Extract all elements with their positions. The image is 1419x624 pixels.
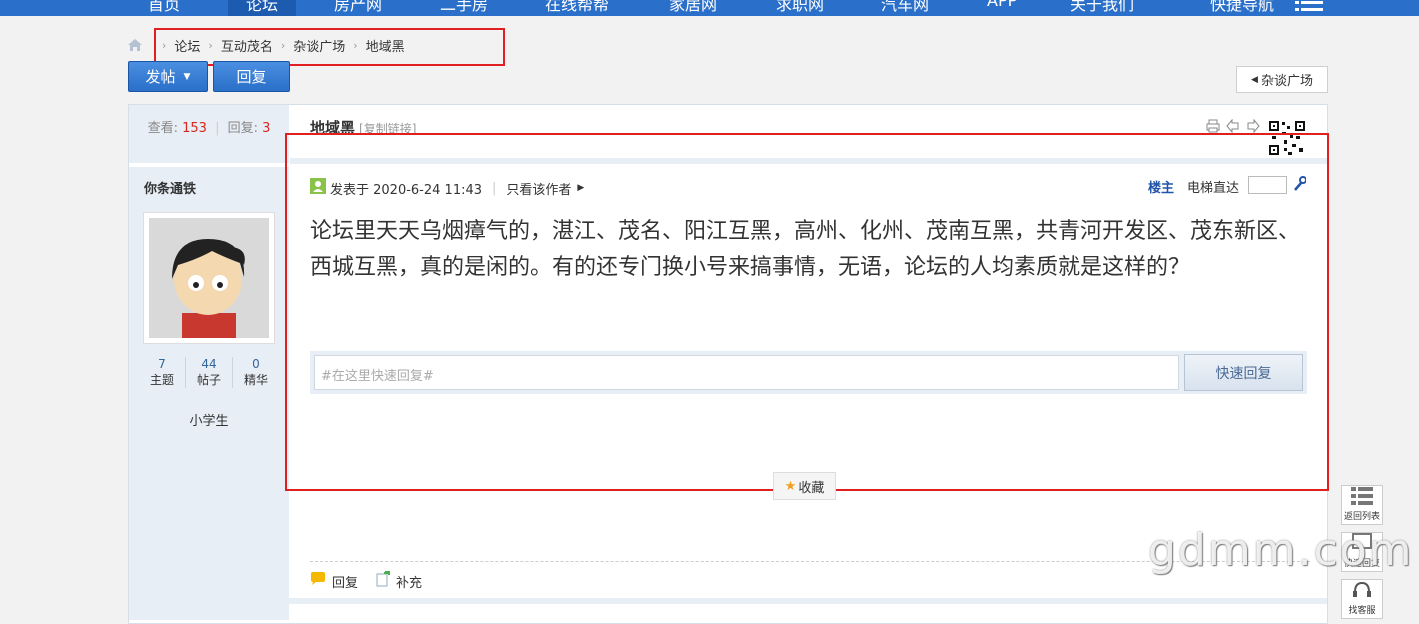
count-topics[interactable]: 7 主题 <box>139 357 186 388</box>
replies-count: 3 <box>262 121 271 136</box>
home-icon[interactable] <box>128 39 142 51</box>
top-navigation: 首页 论坛 房产网 二手房 在线帮帮 家居网 求职网 汽车网 APP 关于我们 … <box>0 0 1419 16</box>
nav-about[interactable]: 关于我们 <box>1070 0 1134 15</box>
nav-quick[interactable]: 快捷导航 <box>1210 0 1274 15</box>
headset-icon <box>1351 580 1373 603</box>
author-rank: 小学生 <box>189 414 229 429</box>
favorite-label: 收藏 <box>798 480 825 496</box>
supplement-action[interactable]: 补充 <box>376 570 423 591</box>
back-to-list-button[interactable]: ◀ 杂谈广场 <box>1236 66 1328 93</box>
nav-home[interactable]: 首页 <box>148 0 180 15</box>
side-service-label: 找客服 <box>1348 606 1376 616</box>
post-actions: 回复 补充 <box>310 570 440 591</box>
post-button-label: 发帖 <box>145 68 176 86</box>
side-back-to-list[interactable]: 返回列表 <box>1341 485 1383 525</box>
author-counts: 7 主题 44 帖子 0 精华 <box>139 357 279 388</box>
nav-forum[interactable]: 论坛 <box>228 0 297 16</box>
reply-button-label: 回复 <box>236 68 267 86</box>
nav-home-decor[interactable]: 家居网 <box>669 0 717 15</box>
favorite-button[interactable]: ★ 收藏 <box>773 472 836 500</box>
reply-action[interactable]: 回复 <box>310 572 358 591</box>
watermark: gdmm.com <box>1148 525 1414 576</box>
nav-house[interactable]: 房产网 <box>334 0 382 15</box>
side-back-label: 返回列表 <box>1343 512 1380 522</box>
thread-stats: 查看: 153 | 回复: 3 <box>147 121 271 136</box>
nav-secondhand[interactable]: 二手房 <box>440 0 488 15</box>
menu-icon[interactable] <box>1295 0 1323 14</box>
nav-online-help[interactable]: 在线帮帮 <box>545 0 609 15</box>
count-posts[interactable]: 44 帖子 <box>186 357 233 388</box>
nav-app[interactable]: APP <box>987 0 1017 10</box>
nav-cars[interactable]: 汽车网 <box>881 0 929 15</box>
post-button[interactable]: 发帖 ▼ <box>128 61 208 92</box>
views-label: 查看: <box>147 121 178 136</box>
caret-down-icon: ▼ <box>183 71 191 82</box>
views-count: 153 <box>182 121 207 136</box>
reply-action-label: 回复 <box>332 575 359 591</box>
reply-button[interactable]: 回复 <box>213 61 290 92</box>
star-icon: ★ <box>784 478 797 494</box>
author-name[interactable]: 你条通铁 <box>144 178 196 197</box>
avatar[interactable] <box>143 212 275 344</box>
count-essence[interactable]: 0 精华 <box>233 357 279 388</box>
reply-bubble-icon <box>310 572 326 590</box>
list-icon <box>1351 486 1373 509</box>
replies-label: 回复: <box>227 121 258 136</box>
supplement-action-label: 补充 <box>396 575 423 591</box>
back-button-label: 杂谈广场 <box>1260 74 1313 89</box>
side-customer-service[interactable]: 找客服 <box>1341 579 1383 619</box>
nav-jobs[interactable]: 求职网 <box>776 0 824 15</box>
supplement-edit-icon <box>376 570 391 591</box>
author-sidebar: 查看: 153 | 回复: 3 你条通铁 7 主题 44 帖子 0 精华 小学生 <box>129 105 289 620</box>
highlight-box-post <box>285 133 1329 491</box>
caret-left-icon: ◀ <box>1251 74 1258 85</box>
